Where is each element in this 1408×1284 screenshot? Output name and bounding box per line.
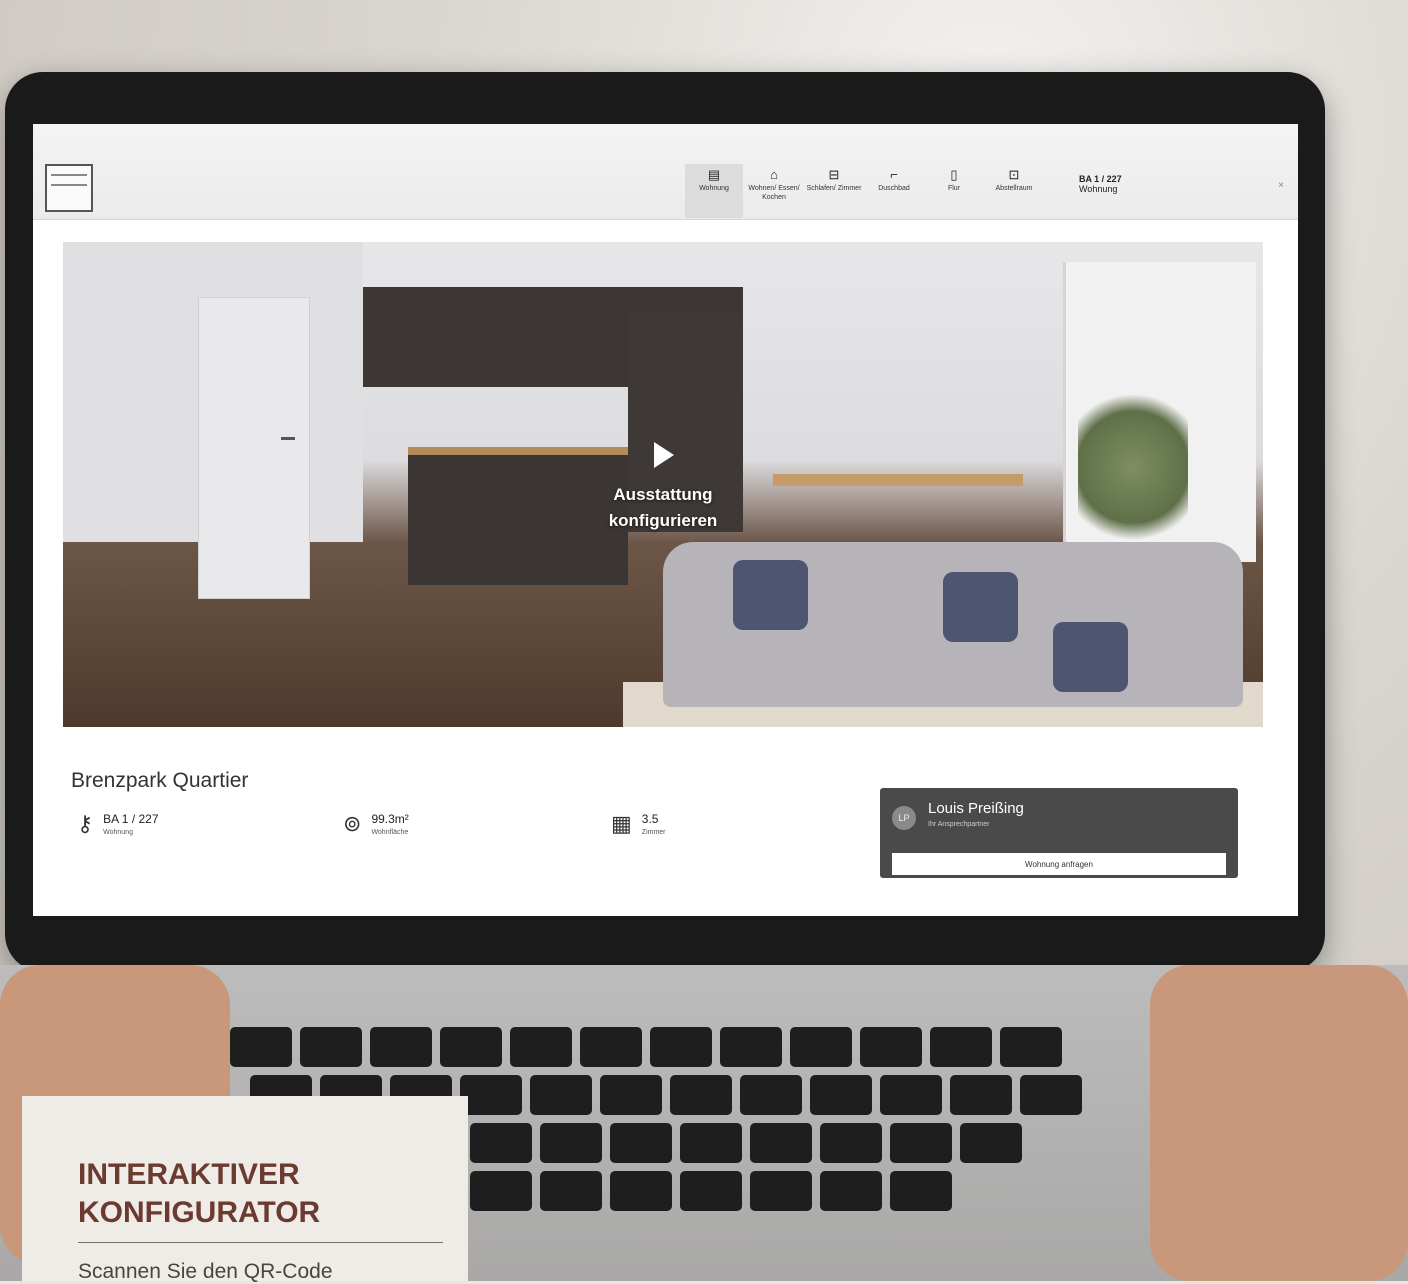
key (300, 1027, 362, 1067)
key (230, 1027, 292, 1067)
render-door-handle (281, 437, 295, 440)
key (820, 1123, 882, 1163)
nav-item-wohnung[interactable]: ▤ Wohnung (685, 164, 743, 218)
key (680, 1171, 742, 1211)
key (820, 1171, 882, 1211)
nav-item-duschbad[interactable]: ⌐ Duschbad (865, 164, 923, 218)
key (460, 1075, 522, 1115)
key (470, 1171, 532, 1211)
key-row (230, 1027, 1062, 1067)
key (890, 1171, 952, 1211)
render-door (198, 297, 310, 599)
render-pillow (943, 572, 1018, 642)
stat-label: Wohnung (103, 829, 133, 836)
app-header: ▤ Wohnung ⌂ Wohnen/ Essen/ Kochen ⊟ Schl… (33, 124, 1298, 220)
stat-value: BA 1 / 227 (103, 812, 159, 826)
avatar: LP (892, 806, 916, 830)
divider (78, 1242, 443, 1243)
key (610, 1171, 672, 1211)
key (1020, 1075, 1082, 1115)
info-card-title: INTERAKTIVER KONFIGURATOR (78, 1158, 321, 1229)
key (370, 1027, 432, 1067)
sofa-icon: ⌂ (770, 167, 778, 182)
key (750, 1171, 812, 1211)
configure-cta[interactable]: Ausstattung konfigurieren (603, 482, 723, 534)
inquiry-button[interactable]: Wohnung anfragen (892, 853, 1226, 875)
key (670, 1075, 732, 1115)
shower-icon: ⌐ (890, 167, 898, 182)
key (470, 1123, 532, 1163)
key (680, 1123, 742, 1163)
contact-name: Louis Preißing (928, 800, 1024, 817)
key (880, 1075, 942, 1115)
unit-summary: BA 1 / 227 Wohnung (1079, 174, 1122, 194)
key (810, 1075, 872, 1115)
key (750, 1123, 812, 1163)
info-card-text: Scannen Sie den QR-Code (78, 1260, 333, 1283)
storage-icon: ⊡ (1008, 167, 1020, 182)
project-title: Brenzpark Quartier (71, 769, 249, 792)
rooms-icon: ▦ (611, 811, 632, 836)
nav-item-schlafen[interactable]: ⊟ Schlafen/ Zimmer (805, 164, 863, 218)
nav-item-wohnen[interactable]: ⌂ Wohnen/ Essen/ Kochen (745, 164, 803, 218)
stat-area: ⊚ 99.3m² Wohnfläche (343, 811, 409, 837)
key (860, 1027, 922, 1067)
contact-role: Ihr Ansprechpartner (928, 821, 990, 828)
stat-unit: ⚷ BA 1 / 227 Wohnung (77, 811, 159, 837)
key-icon: ⚷ (77, 811, 94, 836)
stat-rooms: ▦ 3.5 Zimmer (611, 811, 666, 837)
key (740, 1075, 802, 1115)
key (530, 1075, 592, 1115)
key (950, 1075, 1012, 1115)
floorplan-icon: ▤ (707, 167, 721, 182)
stat-value: 99.3m² (371, 812, 409, 826)
info-card: INTERAKTIVER KONFIGURATOR Scannen Sie de… (22, 1096, 468, 1283)
render-dining-table (773, 474, 1023, 486)
key (650, 1027, 712, 1067)
key (790, 1027, 852, 1067)
close-icon[interactable]: × (1278, 180, 1284, 191)
render-pillow (733, 560, 808, 630)
stat-label: Wohnfläche (371, 829, 409, 836)
logo[interactable] (45, 164, 93, 212)
laptop-screen: ▤ Wohnung ⌂ Wohnen/ Essen/ Kochen ⊟ Schl… (33, 124, 1298, 916)
key-row (470, 1171, 952, 1211)
key (1000, 1027, 1062, 1067)
bed-icon: ⊟ (828, 167, 840, 182)
key (440, 1027, 502, 1067)
unit-label: Wohnung (1079, 184, 1118, 194)
key (960, 1123, 1022, 1163)
key (510, 1027, 572, 1067)
room-nav: ▤ Wohnung ⌂ Wohnen/ Essen/ Kochen ⊟ Schl… (685, 164, 1043, 218)
key (720, 1027, 782, 1067)
play-icon[interactable] (654, 442, 674, 468)
key-row (470, 1123, 1022, 1163)
right-hand (1150, 965, 1408, 1281)
key (540, 1123, 602, 1163)
key (890, 1123, 952, 1163)
contact-card: LP Louis Preißing Ihr Ansprechpartner Wo… (880, 788, 1238, 878)
render-plant (1078, 382, 1188, 552)
key (600, 1075, 662, 1115)
key (580, 1027, 642, 1067)
unit-id: BA 1 / 227 (1079, 174, 1122, 184)
hero-render[interactable]: Ausstattung konfigurieren (63, 242, 1263, 727)
nav-item-abstellraum[interactable]: ⊡ Abstellraum (985, 164, 1043, 218)
door-icon: ▯ (950, 167, 958, 182)
key (930, 1027, 992, 1067)
stat-label: Zimmer (641, 829, 666, 836)
nav-item-flur[interactable]: ▯ Flur (925, 164, 983, 218)
stat-value: 3.5 (641, 812, 659, 826)
key (610, 1123, 672, 1163)
key (540, 1171, 602, 1211)
area-icon: ⊚ (343, 811, 362, 836)
render-pillow (1053, 622, 1128, 692)
render-kitchen-island (408, 447, 628, 585)
